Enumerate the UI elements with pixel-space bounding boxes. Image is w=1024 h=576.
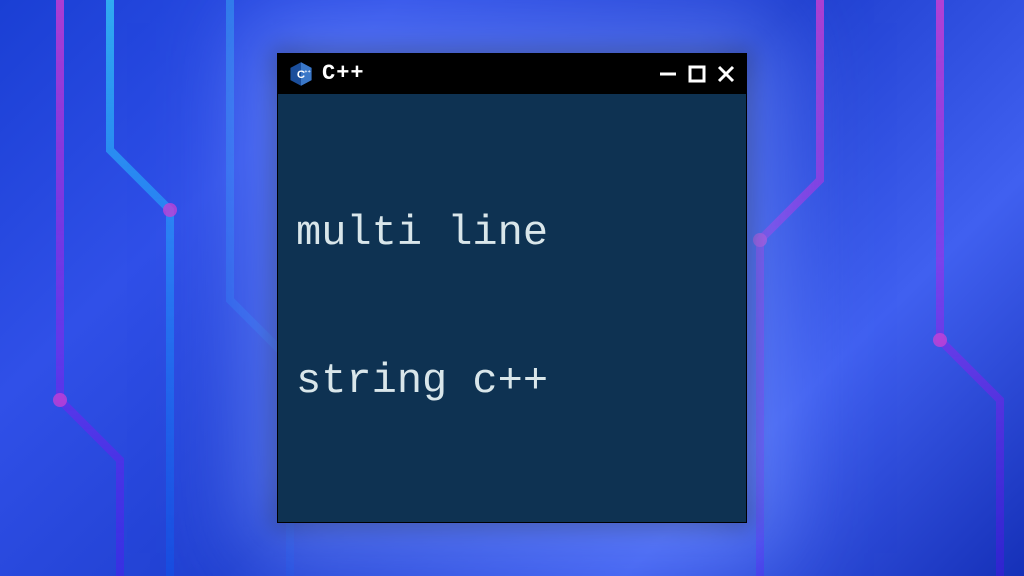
terminal-line: multi line: [296, 209, 728, 259]
close-button[interactable]: [716, 64, 736, 84]
cpp-logo-icon: C + +: [288, 61, 314, 87]
titlebar[interactable]: C + + C++: [278, 54, 746, 94]
window-title: C++: [322, 61, 650, 86]
maximize-button[interactable]: [688, 65, 706, 83]
terminal-window: C + + C++ multi line string c++: [277, 53, 747, 523]
svg-text:C: C: [297, 69, 305, 81]
terminal-body: multi line string c++: [278, 94, 746, 522]
svg-text:+: +: [304, 70, 307, 75]
svg-text:+: +: [308, 70, 311, 75]
minimize-button[interactable]: [658, 64, 678, 84]
terminal-line: string c++: [296, 357, 728, 407]
window-controls: [658, 64, 736, 84]
